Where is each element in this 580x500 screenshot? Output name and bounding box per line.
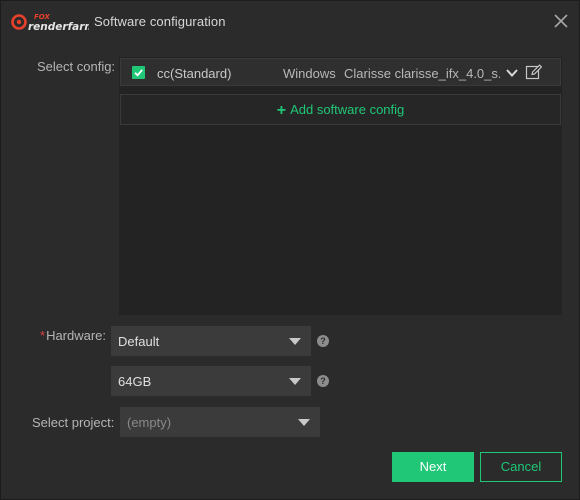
next-button[interactable]: Next [392, 452, 474, 482]
add-software-config-label: Add software config [290, 102, 405, 117]
software-config-dialog: FOX renderfarm Software configuration Se… [0, 0, 580, 500]
hardware-memory-select[interactable]: 64GB [111, 366, 311, 396]
window-title: Software configuration [94, 14, 226, 29]
cancel-button[interactable]: Cancel [480, 452, 562, 482]
title-bar: FOX renderfarm Software configuration [1, 1, 579, 43]
foxrenderfarm-logo: FOX renderfarm [11, 13, 89, 33]
edit-icon[interactable] [525, 63, 543, 81]
select-config-label: Select config: [37, 59, 116, 74]
hardware-type-value: Default [118, 334, 160, 349]
hardware-memory-value: 64GB [118, 374, 152, 389]
logo-text: renderfarm [28, 21, 89, 33]
hardware-label: *Hardware: [40, 328, 106, 343]
project-value: (empty) [127, 415, 172, 430]
plus-icon: + [276, 102, 287, 119]
config-os: Windows [283, 66, 336, 81]
config-row[interactable]: cc(Standard) Windows Clarisse clarisse_i… [120, 58, 561, 86]
chevron-down-icon[interactable] [504, 65, 520, 81]
logo-sub-text: FOX [34, 13, 50, 21]
check-icon[interactable] [132, 66, 145, 79]
dropdown-arrow-icon [289, 338, 301, 345]
dropdown-arrow-icon [298, 419, 310, 426]
config-list-panel: cc(Standard) Windows Clarisse clarisse_i… [119, 57, 562, 315]
dropdown-arrow-icon [289, 378, 301, 385]
config-software: Clarisse clarisse_ifx_4.0_s... [344, 66, 500, 81]
hardware-help-icon[interactable]: ? [317, 335, 329, 347]
memory-help-icon[interactable]: ? [317, 375, 329, 387]
hardware-label-text: Hardware: [46, 328, 107, 343]
close-icon[interactable] [551, 11, 571, 31]
hardware-type-select[interactable]: Default [111, 326, 311, 356]
project-select[interactable]: (empty) [120, 407, 320, 437]
select-project-label: Select project: [32, 415, 115, 430]
add-software-config-button[interactable]: + Add software config [120, 94, 561, 125]
config-name: cc(Standard) [157, 66, 232, 81]
required-mark: * [40, 328, 46, 343]
